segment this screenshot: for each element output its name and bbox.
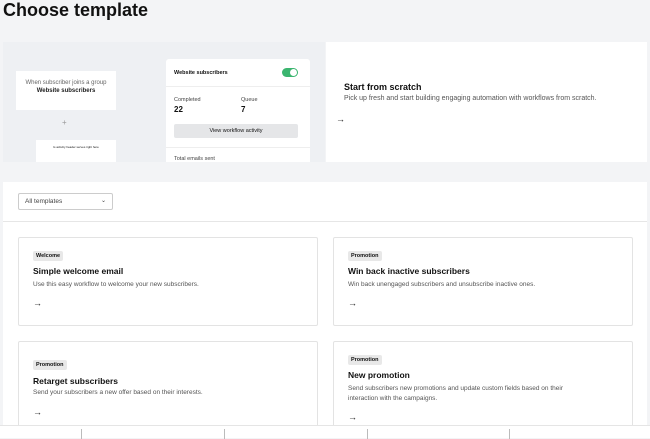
template-title: Win back inactive subscribers — [348, 266, 470, 276]
start-from-scratch-card[interactable]: Start from scratch Pick up fresh and sta… — [326, 42, 647, 162]
template-description: Win back unengaged subscribers and unsub… — [348, 281, 536, 288]
filter-value: All templates — [25, 198, 63, 205]
category-badge: Promotion — [33, 360, 67, 370]
bottom-strip — [0, 425, 650, 439]
category-badge: Promotion — [348, 251, 382, 261]
workflow-toggle[interactable] — [282, 68, 298, 77]
plus-icon: + — [62, 118, 67, 127]
chevron-down-icon: ⌄ — [100, 198, 106, 204]
template-card[interactable]: Welcome Simple welcome email Use this ea… — [18, 237, 318, 326]
trigger-group: Website subscribers — [36, 88, 96, 94]
arrow-right-icon[interactable]: → — [348, 412, 357, 422]
divider — [166, 86, 310, 87]
scratch-title: Start from scratch — [344, 82, 422, 92]
completed-value: 22 — [174, 105, 183, 114]
arrow-right-icon[interactable]: → — [336, 114, 345, 124]
template-title: Simple welcome email — [33, 266, 124, 276]
template-description: Send your subscribers a new offer based … — [33, 389, 203, 396]
divider — [3, 221, 647, 222]
workflow-title: Website subscribers — [174, 70, 228, 76]
scratch-description: Pick up fresh and start building engagin… — [344, 95, 597, 102]
email-thumbnail: Is activity header serves right here — [36, 140, 116, 162]
template-description: Use this easy workflow to welcome your n… — [33, 281, 199, 288]
arrow-right-icon[interactable]: → — [348, 298, 357, 308]
template-description: Send subscribers new promotions and upda… — [348, 385, 563, 402]
category-badge: Welcome — [33, 251, 64, 261]
queue-value: 7 — [241, 105, 246, 114]
template-card[interactable]: Promotion New promotion Send subscribers… — [333, 341, 633, 431]
template-preview[interactable]: When subscriber joins a group Website su… — [3, 42, 325, 162]
template-filter-dropdown[interactable]: All templates ⌄ — [18, 193, 113, 210]
template-card[interactable]: Promotion Retarget subscribers Send your… — [18, 341, 318, 431]
category-badge: Promotion — [348, 355, 382, 365]
template-card[interactable]: Promotion Win back inactive subscribers … — [333, 237, 633, 326]
completed-label: Completed — [174, 97, 201, 103]
arrow-right-icon[interactable]: → — [33, 298, 42, 308]
queue-label: Queue — [241, 97, 258, 103]
page-title: Choose template — [3, 0, 149, 20]
total-emails-label: Total emails sent — [174, 156, 215, 162]
divider — [166, 147, 310, 148]
arrow-right-icon[interactable]: → — [33, 407, 42, 417]
workflow-card: Website subscribers Completed 22 Queue 7… — [166, 59, 310, 162]
template-title: Retarget subscribers — [33, 376, 119, 386]
template-title: New promotion — [348, 370, 410, 380]
view-workflow-activity-button[interactable]: View workflow activity — [174, 124, 298, 138]
trigger-text: When subscriber joins a group — [25, 80, 107, 86]
trigger-node: When subscriber joins a group Website su… — [16, 71, 116, 110]
